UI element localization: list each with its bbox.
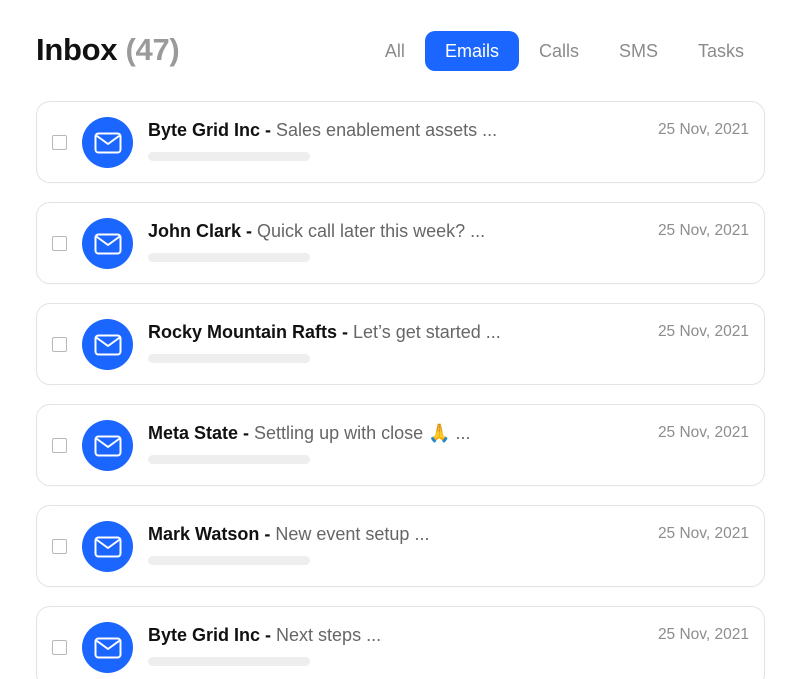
inbox-header: Inbox (47) All Emails Calls SMS Tasks [36,30,764,72]
preview-placeholder [148,354,310,363]
message-sender: Mark Watson [148,524,260,544]
message-sender: Byte Grid Inc [148,120,261,140]
title-text: Inbox [36,32,118,67]
email-avatar [82,218,133,269]
envelope-icon [94,132,121,153]
message-line: Meta State - Settling up with close 🙏 ..… [148,423,471,444]
select-checkbox[interactable] [52,135,67,150]
message-sender: John Clark [148,221,242,241]
preview-placeholder [148,657,310,666]
tab-sms[interactable]: SMS [599,31,678,71]
message-line: Byte Grid Inc - Next steps ... [148,625,381,646]
inbox-count: (47) [125,32,180,67]
preview-placeholder [148,455,310,464]
message-subject: Quick call later this week? ... [257,221,486,241]
message-date: 25 Nov, 2021 [657,626,749,643]
email-avatar [82,521,133,572]
email-avatar [82,319,133,370]
message-separator: - [238,423,255,443]
message-separator: - [241,221,258,241]
message-sender: Meta State [148,423,239,443]
message-list: Byte Grid Inc - Sales enablement assets … [36,101,765,679]
message-separator: - [259,524,276,544]
message-card[interactable]: John Clark - Quick call later this week?… [36,202,765,284]
envelope-icon [94,536,121,557]
tab-all[interactable]: All [365,31,425,71]
message-subject: Let’s get started ... [353,322,501,342]
message-separator: - [337,322,354,342]
message-line: Mark Watson - New event setup ... [148,524,429,545]
tab-tasks[interactable]: Tasks [678,31,764,71]
envelope-icon [94,435,121,456]
message-date: 25 Nov, 2021 [657,323,749,340]
select-checkbox[interactable] [52,337,67,352]
filter-tabs: All Emails Calls SMS Tasks [365,31,764,71]
message-date: 25 Nov, 2021 [657,222,749,239]
preview-placeholder [148,556,310,565]
message-card[interactable]: Byte Grid Inc - Next steps ... 25 Nov, 2… [36,606,765,679]
message-card[interactable]: Meta State - Settling up with close 🙏 ..… [36,404,765,486]
message-card[interactable]: Mark Watson - New event setup ... 25 Nov… [36,505,765,587]
tab-calls[interactable]: Calls [519,31,599,71]
envelope-icon [94,334,121,355]
preview-placeholder [148,152,310,161]
tab-emails[interactable]: Emails [424,31,519,71]
message-separator: - [260,120,277,140]
page-title: Inbox (47) [36,32,180,68]
message-line: Rocky Mountain Rafts - Let’s get started… [148,322,501,343]
preview-placeholder [148,253,310,262]
envelope-icon [94,233,121,254]
message-subject: Settling up with close 🙏 ... [254,423,471,443]
select-checkbox[interactable] [52,539,67,554]
message-line: Byte Grid Inc - Sales enablement assets … [148,120,497,141]
message-subject: New event setup ... [275,524,430,544]
message-sender: Byte Grid Inc [148,625,261,645]
message-subject: Next steps ... [276,625,382,645]
message-date: 25 Nov, 2021 [657,121,749,138]
message-subject: Sales enablement assets ... [276,120,498,140]
email-avatar [82,117,133,168]
message-date: 25 Nov, 2021 [657,424,749,441]
select-checkbox[interactable] [52,236,67,251]
message-separator: - [260,625,277,645]
message-sender: Rocky Mountain Rafts [148,322,338,342]
select-checkbox[interactable] [52,640,67,655]
message-card[interactable]: Rocky Mountain Rafts - Let’s get started… [36,303,765,385]
email-avatar [82,420,133,471]
message-line: John Clark - Quick call later this week?… [148,221,485,242]
envelope-icon [94,637,121,658]
message-date: 25 Nov, 2021 [657,525,749,542]
email-avatar [82,622,133,673]
select-checkbox[interactable] [52,438,67,453]
message-card[interactable]: Byte Grid Inc - Sales enablement assets … [36,101,765,183]
